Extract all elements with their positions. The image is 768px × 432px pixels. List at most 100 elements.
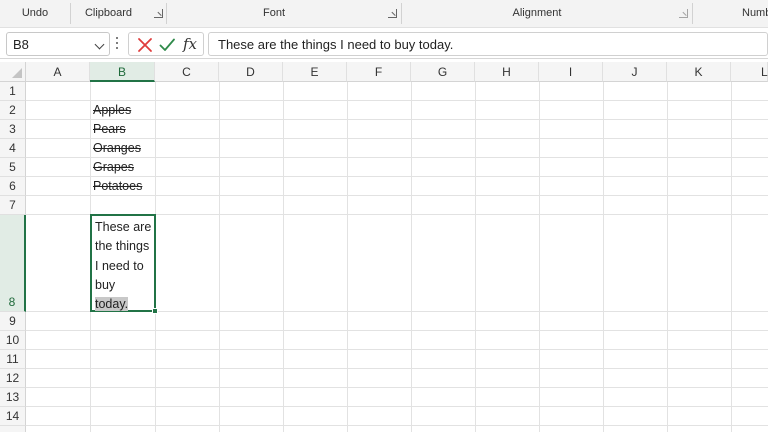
column-header-e[interactable]: E — [283, 62, 347, 82]
name-box[interactable]: B8 — [6, 32, 110, 56]
check-icon[interactable] — [159, 37, 175, 53]
row-number: 11 — [6, 352, 19, 366]
column-header-a[interactable]: A — [26, 62, 90, 82]
row-number: 12 — [5, 371, 20, 385]
column-header-h[interactable]: H — [475, 62, 539, 82]
cell-b8-line: buy — [95, 277, 116, 292]
row-header-11[interactable]: 11 — [0, 350, 26, 369]
ribbon-group-font[interactable]: Font — [167, 0, 401, 27]
alignment-launcher-icon[interactable] — [679, 9, 688, 18]
name-box-value: B8 — [13, 37, 29, 52]
cell-b5[interactable]: Grapes — [93, 160, 134, 174]
gridline — [26, 368, 768, 369]
cell-b2[interactable]: Apples — [93, 103, 131, 117]
gridline — [26, 330, 768, 331]
cell-b4[interactable]: Oranges — [93, 141, 141, 155]
clipboard-launcher-icon[interactable] — [154, 9, 163, 18]
row-number: 2 — [9, 103, 16, 117]
select-all-button[interactable] — [0, 62, 26, 82]
gridline — [26, 406, 768, 407]
ribbon-group-alignment[interactable]: Alignment — [402, 0, 692, 27]
gridline — [539, 82, 540, 432]
gridline — [26, 157, 768, 158]
gridline — [26, 387, 768, 388]
gridline — [26, 425, 768, 426]
active-cell-b8[interactable]: These are the things I need to buy today… — [90, 214, 158, 314]
gridline — [26, 176, 768, 177]
column-header-c[interactable]: C — [155, 62, 219, 82]
row-header-8[interactable]: 8 — [0, 215, 26, 312]
cell-b8-line: These are — [95, 220, 152, 234]
row-header-5[interactable]: 5 — [0, 158, 26, 177]
row-number: 4 — [9, 141, 16, 155]
row-header-10[interactable]: 10 — [0, 331, 26, 350]
ribbon-group-undo[interactable]: Undo — [0, 0, 70, 27]
column-header-g[interactable]: G — [411, 62, 475, 82]
gridline — [411, 82, 412, 432]
column-header-f[interactable]: F — [347, 62, 411, 82]
text-selection-highlight: today. — [95, 297, 129, 312]
gridline — [731, 82, 732, 432]
row-header-1[interactable]: 1 — [0, 82, 26, 101]
row-header-3[interactable]: 3 — [0, 120, 26, 139]
row-header-7[interactable]: 7 — [0, 196, 26, 215]
row-header-13[interactable]: 13 — [0, 388, 26, 407]
worksheet-grid[interactable]: A B C D E F G H I J K L 1 2 3 4 5 6 7 8 … — [0, 62, 768, 432]
more-options-icon[interactable] — [116, 37, 119, 51]
column-header-i[interactable]: I — [539, 62, 603, 82]
gridline — [283, 82, 284, 432]
ribbon-group-clipboard[interactable]: Clipboard — [71, 0, 166, 27]
row-number: 6 — [9, 179, 16, 193]
cell-b6[interactable]: Potatoes — [93, 179, 142, 193]
column-header-b[interactable]: B — [90, 62, 155, 82]
cell-b8-line: I need to — [95, 258, 144, 273]
row-number: 13 — [5, 390, 20, 404]
gridline — [26, 119, 768, 120]
row-number: 10 — [5, 333, 20, 347]
column-header-k[interactable]: K — [667, 62, 731, 82]
ribbon-group-alignment-label: Alignment — [512, 7, 562, 19]
ribbon-group-undo-label: Undo — [21, 7, 49, 19]
row-header-9[interactable]: 9 — [0, 312, 26, 331]
ribbon-group-labels: Undo Clipboard Font Alignment Numb — [0, 0, 768, 28]
row-number: 8 — [8, 295, 16, 309]
row-number: 14 — [5, 409, 20, 423]
fill-handle[interactable] — [152, 308, 158, 314]
cell-b3[interactable]: Pears — [93, 122, 126, 136]
ribbon-group-clipboard-label: Clipboard — [84, 7, 133, 19]
gridline — [667, 82, 668, 432]
formula-controls: fx — [128, 32, 204, 56]
cancel-icon[interactable] — [137, 37, 153, 53]
gridline — [26, 349, 768, 350]
ribbon-group-font-label: Font — [262, 7, 285, 19]
gridline — [603, 82, 604, 432]
formula-input[interactable]: These are the things I need to buy today… — [208, 32, 768, 56]
gridline — [219, 82, 220, 432]
cell-b8-text[interactable]: These are the things I need to buy today… — [95, 218, 157, 314]
row-number: 3 — [9, 122, 16, 136]
column-header-d[interactable]: D — [219, 62, 283, 82]
row-header-4[interactable]: 4 — [0, 139, 26, 158]
formula-bar: B8 fx These are the things I need to buy… — [0, 29, 768, 59]
row-header-12[interactable]: 12 — [0, 369, 26, 388]
cell-b8-line: the things — [95, 239, 150, 254]
row-number: 1 — [9, 84, 16, 98]
font-launcher-icon[interactable] — [388, 9, 397, 18]
gridline — [347, 82, 348, 432]
row-header-15[interactable] — [0, 426, 26, 432]
column-header-l[interactable]: L — [731, 62, 768, 82]
ribbon-group-number[interactable]: Numb — [693, 0, 768, 27]
gridline — [26, 195, 768, 196]
chevron-down-icon[interactable] — [94, 39, 105, 50]
row-header-14[interactable]: 14 — [0, 407, 26, 426]
gridline — [475, 82, 476, 432]
row-header-2[interactable]: 2 — [0, 101, 26, 120]
row-number: 9 — [9, 314, 16, 328]
insert-function-icon[interactable]: fx — [183, 35, 197, 53]
column-header-j[interactable]: J — [603, 62, 667, 82]
formula-text: These are the things I need to buy today… — [218, 37, 454, 52]
cell-b8-line-last: today. — [95, 295, 157, 314]
row-number: 5 — [9, 160, 16, 174]
row-number: 7 — [9, 198, 16, 212]
row-header-6[interactable]: 6 — [0, 177, 26, 196]
